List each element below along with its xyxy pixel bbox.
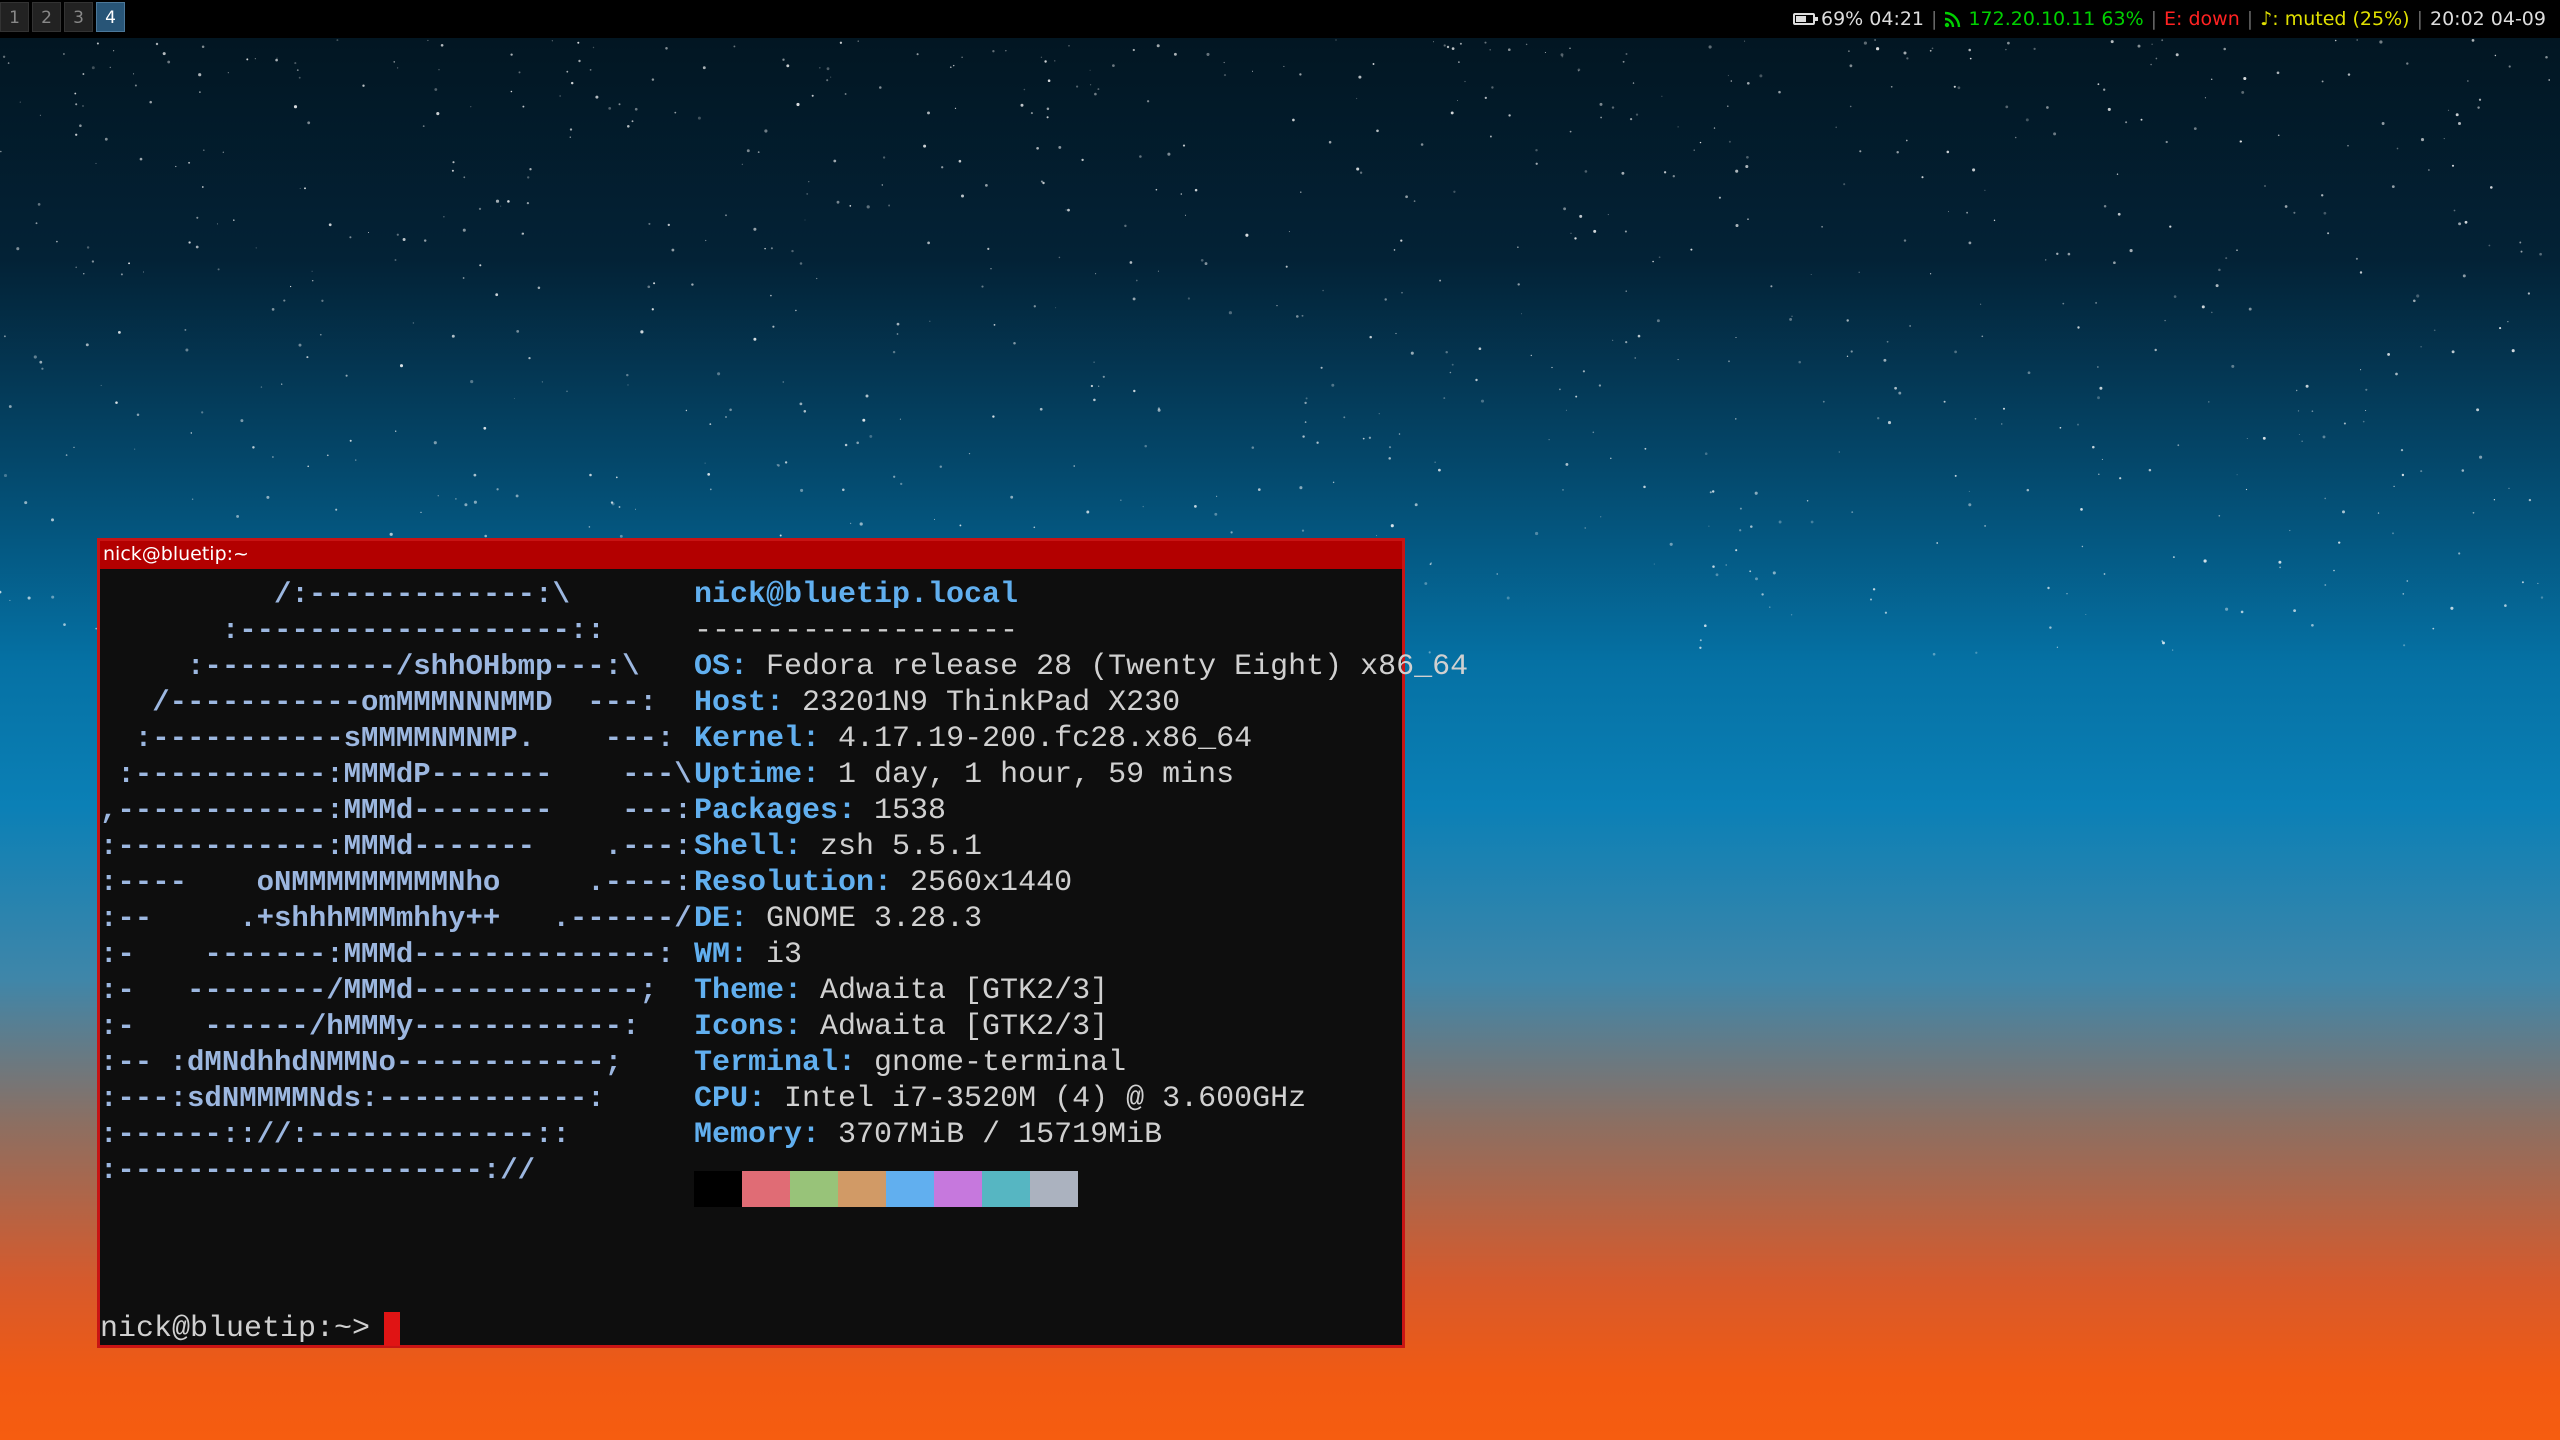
logo-line: :- --------/MMMd-------------; — [100, 974, 657, 1007]
info-row-shell: Shell: zsh 5.5.1 — [694, 830, 983, 864]
info-row-terminal: Terminal: gnome-terminal — [694, 1046, 1127, 1080]
info-key: Host — [694, 686, 767, 720]
info-key: DE — [694, 902, 731, 936]
info-row-theme: Theme: Adwaita [GTK2/3] — [694, 974, 1109, 1008]
info-value: Adwaita [GTK2/3] — [820, 1010, 1109, 1044]
volume-status: ♪: muted (25%) — [2260, 8, 2410, 30]
ethernet-status: E: down — [2164, 8, 2240, 30]
logo-line: :------------:MMMd------- .---: — [100, 830, 692, 863]
separator: | — [2416, 8, 2423, 30]
logo-line: :---------------------:// — [100, 1154, 536, 1187]
prompt-text: nick@bluetip:~> — [100, 1312, 371, 1346]
logo-line: /:-------------:\ — [100, 578, 570, 611]
info-value: 3707MiB / 15719MiB — [838, 1118, 1163, 1152]
info-fields: OS: Fedora release 28 (Twenty Eight) x86… — [694, 649, 1468, 1153]
logo-line: :-- .+shhhMMMmhhy++ .------/ — [100, 902, 692, 935]
system-info: nick@bluetip.local ------------------ OS… — [694, 577, 1468, 1207]
info-row-resolution: Resolution: 2560x1440 — [694, 866, 1073, 900]
separator: | — [2246, 8, 2254, 30]
logo-line: ,------------:MMMd-------- ---: — [100, 794, 692, 827]
info-key: CPU — [694, 1082, 749, 1116]
info-value: 1538 — [874, 794, 947, 828]
top-bar: 1234 69% 04:21 | 172.20.10.11 63% | E: d… — [0, 0, 2560, 38]
info-row-icons: Icons: Adwaita [GTK2/3] — [694, 1010, 1109, 1044]
battery-status: 69% 04:21 — [1793, 0, 1924, 38]
logo-line: :- ------/hMMMy------------: — [100, 1010, 640, 1043]
info-value: i3 — [766, 938, 803, 972]
info-value: Intel i7-3520M (4) @ 3.600GHz — [784, 1082, 1307, 1116]
info-key: WM — [694, 938, 731, 972]
wifi-icon — [1945, 11, 1961, 28]
fedora-ascii-logo: /:-------------:\ :-------------------::… — [100, 577, 692, 1189]
battery-icon — [1793, 13, 1818, 25]
info-key: Icons — [694, 1010, 785, 1044]
info-row-wm: WM: i3 — [694, 938, 803, 972]
info-row-os: OS: Fedora release 28 (Twenty Eight) x86… — [694, 650, 1469, 684]
info-row-kernel: Kernel: 4.17.19-200.fc28.x86_64 — [694, 722, 1253, 756]
separator: | — [1931, 8, 1938, 30]
info-key: Memory — [694, 1118, 803, 1152]
workspace-button-2[interactable]: 2 — [32, 2, 61, 32]
info-value: Fedora release 28 (Twenty Eight) x86_64 — [766, 650, 1469, 684]
info-value: GNOME 3.28.3 — [766, 902, 983, 936]
logo-line: :-------------------:: — [100, 614, 605, 647]
info-row-memory: Memory: 3707MiB / 15719MiB — [694, 1118, 1163, 1152]
color-swatch — [886, 1171, 934, 1207]
clock: 20:02 04-09 — [2429, 8, 2546, 30]
color-swatch — [790, 1171, 838, 1207]
wifi-status: 172.20.10.11 63% — [1944, 0, 2144, 38]
color-swatch — [742, 1171, 790, 1207]
color-swatch — [934, 1171, 982, 1207]
workspace-button-4[interactable]: 4 — [96, 2, 125, 32]
logo-line: /-----------omMMMNNNMMD ---: — [100, 686, 657, 719]
logo-line: :-----------/shhOHbmp---:\ — [100, 650, 640, 683]
info-key: Kernel — [694, 722, 803, 756]
terminal-window[interactable]: nick@bluetip:~ /:-------------:\ :------… — [97, 538, 1468, 1348]
color-swatch — [1030, 1171, 1078, 1207]
info-key: Uptime — [694, 758, 803, 792]
info-key: OS — [694, 650, 731, 684]
info-row-uptime: Uptime: 1 day, 1 hour, 59 mins — [694, 758, 1235, 792]
window-title[interactable]: nick@bluetip:~ — [100, 541, 1402, 569]
info-row-packages: Packages: 1538 — [694, 794, 947, 828]
info-value: 4.17.19-200.fc28.x86_64 — [838, 722, 1253, 756]
info-value: 2560x1440 — [910, 866, 1073, 900]
workspace-button-3[interactable]: 3 — [64, 2, 93, 32]
info-row-host: Host: 23201N9 ThinkPad X230 — [694, 686, 1181, 720]
workspace-button-1[interactable]: 1 — [0, 2, 29, 32]
info-value: Adwaita [GTK2/3] — [820, 974, 1109, 1008]
logo-line: :---:sdNMMMMNds:------------: — [100, 1082, 605, 1115]
info-key: Shell — [694, 830, 785, 864]
text-cursor — [384, 1312, 401, 1346]
color-swatch — [982, 1171, 1030, 1207]
logo-line: :------:://:-------------:: — [100, 1118, 570, 1151]
color-swatch — [838, 1171, 886, 1207]
info-key: Terminal — [694, 1046, 839, 1080]
logo-line: :- -------:MMMd--------------: — [100, 938, 675, 971]
info-key: Resolution — [694, 866, 875, 900]
info-value: 23201N9 ThinkPad X230 — [802, 686, 1181, 720]
color-swatch — [694, 1171, 742, 1207]
info-value: zsh 5.5.1 — [820, 830, 983, 864]
logo-line: :-----------sMMMMNMNMP. ---: — [100, 722, 675, 755]
separator: | — [2150, 8, 2158, 30]
status-area: 69% 04:21 | 172.20.10.11 63% | E: down |… — [1793, 0, 2546, 38]
info-value: gnome-terminal — [874, 1046, 1127, 1080]
color-palette — [694, 1171, 1468, 1207]
logo-line: :---- oNMMMMMMMMMNho .----: — [100, 866, 692, 899]
user-host-header: nick@bluetip.local — [694, 578, 1019, 612]
info-value: 1 day, 1 hour, 59 mins — [838, 758, 1235, 792]
info-row-de: DE: GNOME 3.28.3 — [694, 902, 983, 936]
logo-line: :-- :dMNdhhdNMMNo------------; — [100, 1046, 623, 1079]
shell-prompt[interactable]: nick@bluetip:~> — [100, 1311, 401, 1347]
info-key: Theme — [694, 974, 785, 1008]
logo-line: :-----------:MMMdP------- ---\ — [100, 758, 692, 791]
workspace-switcher: 1234 — [0, 2, 125, 32]
header-rule: ------------------ — [694, 614, 1019, 648]
info-key: Packages — [694, 794, 839, 828]
info-row-cpu: CPU: Intel i7-3520M (4) @ 3.600GHz — [694, 1082, 1307, 1116]
